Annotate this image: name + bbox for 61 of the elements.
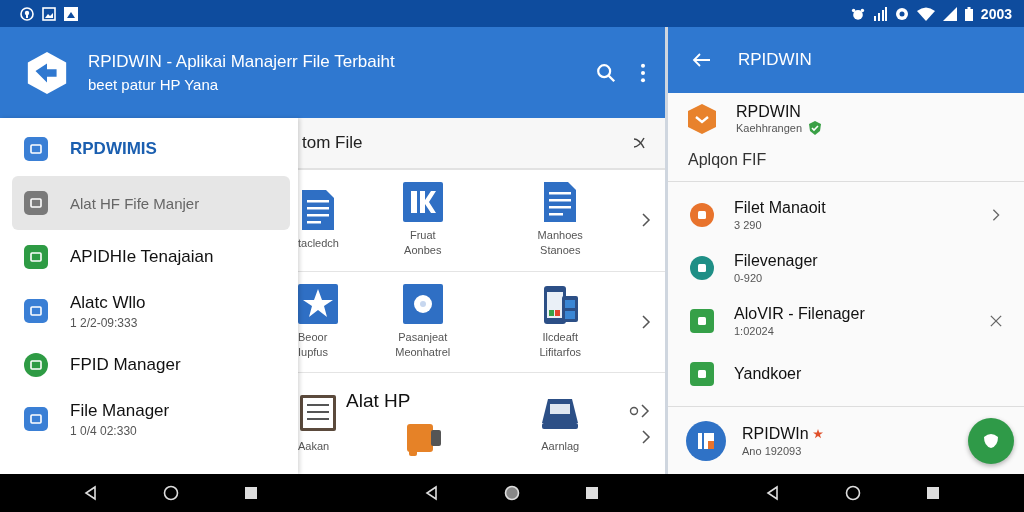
app-detail: Kaehhrangen: [736, 122, 803, 134]
app-subtitle: beet patur HP Yana: [88, 76, 220, 93]
alarm-icon: [850, 6, 865, 21]
chevron-icon[interactable]: [641, 314, 651, 330]
recents-icon[interactable]: [925, 485, 942, 501]
recents-icon[interactable]: [584, 485, 600, 501]
drawer-item[interactable]: FPID Manager: [12, 338, 290, 392]
item-label: Fruat Aonbes: [404, 228, 442, 259]
file-item[interactable]: AloVIR - Filenager 1:02024: [668, 294, 1024, 347]
search-field[interactable]: tom File: [298, 118, 665, 170]
drawer-item[interactable]: Alatc Wllo 1 2/2-09:333: [12, 284, 290, 338]
file-item[interactable]: Filevenager 0-920: [668, 241, 1024, 294]
section-heading: Alat HP: [346, 389, 411, 412]
home-icon[interactable]: [504, 485, 520, 501]
search-icon[interactable]: [595, 61, 617, 84]
clear-icon[interactable]: [631, 135, 647, 151]
drawer-item[interactable]: File Manager 1 0/4 02:330: [12, 392, 290, 446]
drawer-item[interactable]: RPDWIMIS: [12, 122, 290, 176]
recents-icon[interactable]: [242, 485, 259, 501]
app-icon: [688, 104, 716, 134]
image-icon: [42, 6, 56, 21]
clock: 2003: [980, 5, 1012, 22]
chevron-icon[interactable]: [641, 212, 651, 229]
cell-signal-icon: [942, 6, 957, 21]
chevron-icon[interactable]: [990, 207, 1002, 222]
verified-icon: [808, 121, 823, 135]
item-label: Beoor Iupfus: [298, 330, 328, 360]
home-icon[interactable]: [845, 485, 862, 501]
item-label: Aarnlag: [541, 439, 580, 455]
item-label: Manhoes Stanoes: [537, 228, 583, 259]
app-name: RPDWIN: [736, 103, 802, 121]
item-label: Aakan: [298, 439, 330, 455]
file-item[interactable]: Yandkoer: [668, 347, 1024, 400]
more-icon[interactable]: [639, 61, 647, 84]
list-icon[interactable]: [298, 393, 338, 434]
file-item[interactable]: Filet Manaoit 3 290: [668, 188, 1024, 241]
item-label: tacledch: [298, 235, 339, 251]
photo-icon: [64, 6, 78, 21]
app-title: RPIDWIN - Aplikai Manajerr File Terbaiht: [88, 52, 396, 72]
avatar-icon: [686, 420, 726, 461]
account-name: RPIDWIn: [742, 424, 809, 443]
wifi-icon: [916, 6, 935, 21]
back-icon[interactable]: [424, 485, 440, 501]
back-icon[interactable]: [82, 485, 99, 501]
section-heading: Aplqon FIF: [668, 141, 1024, 182]
item-label: Pasanjeat Meonhatrel: [395, 330, 451, 360]
chevron-icon[interactable]: [641, 428, 651, 445]
letter-icon[interactable]: [402, 182, 443, 223]
floating-action-button[interactable]: [968, 417, 1014, 464]
item-label: Ilcdeaft Lifitarfos: [539, 330, 582, 360]
battery-icon: [964, 6, 973, 21]
close-icon[interactable]: [990, 313, 1002, 328]
drawer-item[interactable]: Alat HF Fife Manjer: [12, 176, 290, 230]
signal-bars-icon: [872, 6, 887, 21]
star-icon: [812, 428, 823, 439]
drawer-item[interactable]: APIDHIe Tenajaian: [12, 230, 290, 284]
screen-title: RPIDWIN: [738, 50, 812, 70]
circle-chevron-icon[interactable]: [629, 402, 651, 419]
home-icon[interactable]: [162, 485, 179, 501]
account-detail: Ano 192093: [742, 444, 803, 457]
back-arrow-icon[interactable]: [692, 52, 712, 68]
